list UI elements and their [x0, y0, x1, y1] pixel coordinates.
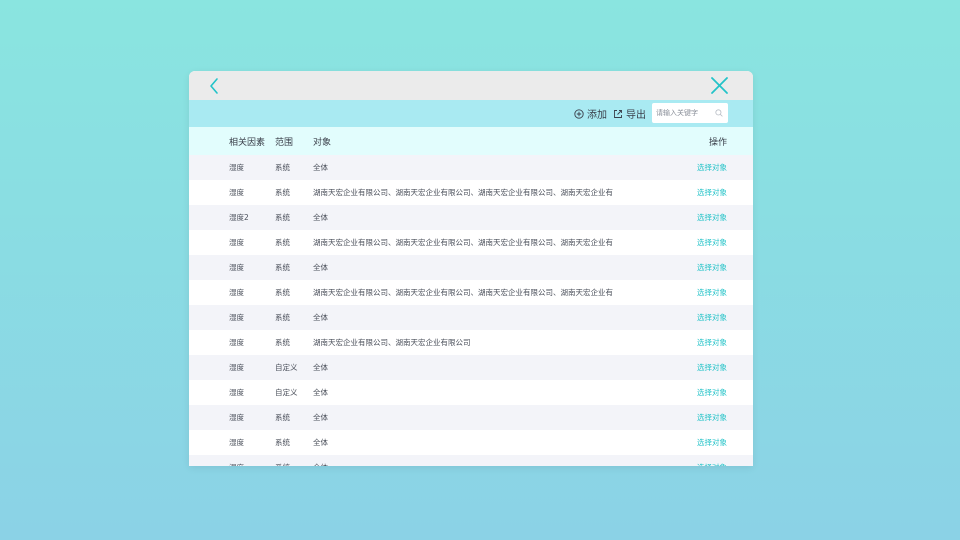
row-target: 全体 [313, 213, 328, 222]
select-target-link[interactable]: 选择对象 [697, 405, 727, 430]
row-target: 全体 [313, 163, 328, 172]
row-range: 系统 [275, 413, 290, 422]
back-button[interactable] [207, 77, 223, 95]
toolbar: 添加 导出 [189, 100, 753, 127]
header-factor: 相关因素 [229, 137, 266, 148]
row-range: 系统 [275, 263, 290, 272]
search-icon[interactable] [715, 109, 723, 117]
select-target-link[interactable]: 选择对象 [697, 255, 727, 280]
header-operation: 操作 [708, 137, 727, 148]
chevron-left-icon [210, 78, 218, 94]
row-range: 系统 [275, 238, 290, 247]
search-input[interactable] [652, 104, 714, 122]
select-target-link[interactable]: 选择对象 [697, 355, 727, 380]
row-range: 系统 [275, 163, 290, 172]
row-factor: 湿度 [229, 313, 244, 322]
select-target-link[interactable]: 选择对象 [697, 155, 727, 180]
row-factor: 湿度 [229, 263, 244, 272]
row-range: 系统 [275, 438, 290, 447]
row-range: 系统 [275, 213, 290, 222]
dialog-window: 添加 导出 相关因素 范围 对象 操作 湿度系统全体选择对象湿度系统湖南天宏企业… [189, 71, 753, 466]
row-target: 湖南天宏企业有限公司、湖南天宏企业有限公司 [313, 338, 471, 347]
close-button[interactable] [710, 76, 729, 95]
table-row: 湿度 系统 全体 选择对象 [189, 455, 753, 466]
table-row: 湿度 系统 湖南天宏企业有限公司、湖南天宏企业有限公司、湖南天宏企业有限公司、湖南天… [189, 230, 753, 255]
select-target-link[interactable]: 选择对象 [697, 455, 727, 466]
table-header: 相关因素 范围 对象 操作 [189, 127, 753, 155]
row-factor: 湿度 [229, 363, 244, 372]
row-range: 自定义 [275, 363, 298, 372]
select-target-link[interactable]: 选择对象 [697, 330, 727, 355]
header-target: 对象 [313, 137, 332, 148]
row-target: 全体 [313, 263, 328, 272]
table-row: 湿度 系统 全体 选择对象 [189, 405, 753, 430]
row-target: 湖南天宏企业有限公司、湖南天宏企业有限公司、湖南天宏企业有限公司、湖南天宏企业有… [313, 238, 613, 247]
row-factor: 湿度 [229, 163, 244, 172]
row-range: 自定义 [275, 388, 298, 397]
select-target-link[interactable]: 选择对象 [697, 430, 727, 455]
table-row: 湿度 系统 全体 选择对象 [189, 255, 753, 280]
row-target: 全体 [313, 388, 328, 397]
header-range: 范围 [275, 137, 294, 148]
row-factor: 湿度 [229, 338, 244, 347]
row-range: 系统 [275, 188, 290, 197]
search-box [652, 103, 728, 123]
row-factor: 湿度 [229, 413, 244, 422]
add-button-label: 添加 [587, 110, 607, 121]
select-target-link[interactable]: 选择对象 [697, 205, 727, 230]
row-target: 全体 [313, 438, 328, 447]
table-row: 湿度 自定义 全体 选择对象 [189, 355, 753, 380]
add-button[interactable]: 添加 [574, 100, 607, 127]
row-factor: 湿度 [229, 388, 244, 397]
row-range: 系统 [275, 455, 290, 466]
row-target: 全体 [313, 313, 328, 322]
table-row: 湿度 系统 全体 选择对象 [189, 430, 753, 455]
row-target: 湖南天宏企业有限公司、湖南天宏企业有限公司、湖南天宏企业有限公司、湖南天宏企业有… [313, 188, 613, 197]
table-row: 湿度 系统 湖南天宏企业有限公司、湖南天宏企业有限公司、湖南天宏企业有限公司、湖南天… [189, 280, 753, 305]
select-target-link[interactable]: 选择对象 [697, 305, 727, 330]
row-factor: 湿度 [229, 288, 244, 297]
close-icon [711, 77, 728, 94]
row-factor: 湿度 [229, 188, 244, 197]
row-target: 全体 [313, 363, 328, 372]
export-button-label: 导出 [626, 110, 646, 121]
table-row: 湿度 系统 湖南天宏企业有限公司、湖南天宏企业有限公司、湖南天宏企业有限公司、湖南天… [189, 180, 753, 205]
table-row: 湿度 系统 湖南天宏企业有限公司、湖南天宏企业有限公司 选择对象 [189, 330, 753, 355]
row-target: 湖南天宏企业有限公司、湖南天宏企业有限公司、湖南天宏企业有限公司、湖南天宏企业有… [313, 288, 613, 297]
row-factor: 湿度2 [229, 213, 249, 222]
row-target: 全体 [313, 413, 328, 422]
select-target-link[interactable]: 选择对象 [697, 230, 727, 255]
row-range: 系统 [275, 313, 290, 322]
row-target: 全体 [313, 455, 328, 466]
export-button[interactable]: 导出 [613, 100, 646, 127]
table-body: 湿度 系统 全体 选择对象 湿度 系统 湖南天宏企业有限公司、湖南天宏企业有限公司、湖南天宏… [189, 155, 753, 466]
row-factor: 湿度 [229, 438, 244, 447]
select-target-link[interactable]: 选择对象 [697, 180, 727, 205]
title-bar [189, 71, 753, 100]
table-row: 湿度 系统 全体 选择对象 [189, 155, 753, 180]
row-factor: 湿度 [229, 238, 244, 247]
table-row: 湿度2 系统 全体 选择对象 [189, 205, 753, 230]
table-row: 湿度 自定义 全体 选择对象 [189, 380, 753, 405]
plus-circle-icon [574, 108, 584, 119]
select-target-link[interactable]: 选择对象 [697, 280, 727, 305]
select-target-link[interactable]: 选择对象 [697, 380, 727, 405]
row-range: 系统 [275, 288, 290, 297]
row-factor: 湿度 [229, 455, 244, 466]
table-row: 湿度 系统 全体 选择对象 [189, 305, 753, 330]
export-icon [614, 109, 622, 118]
row-range: 系统 [275, 338, 290, 347]
